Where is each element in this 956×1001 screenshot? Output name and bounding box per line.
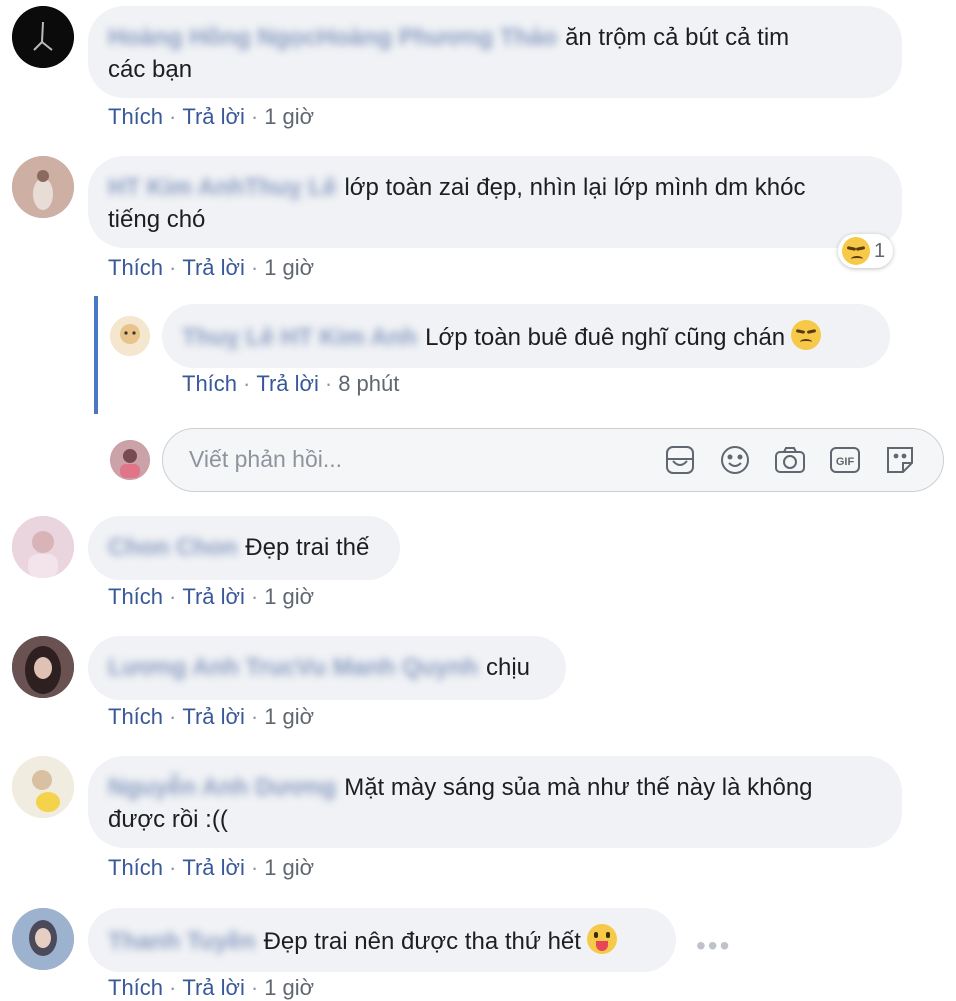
reaction-count: 1 <box>874 239 886 262</box>
gif-icon[interactable]: GIF <box>828 443 862 477</box>
reply-thread-line <box>94 296 98 414</box>
comment-actions: Thích · Trả lời · 1 giờ <box>108 255 315 280</box>
comment-text: các bạn <box>108 56 193 83</box>
tongue-face-icon <box>586 924 617 954</box>
avatar[interactable] <box>12 908 74 970</box>
comment-text: Mặt mày sáng sủa mà như thế này là không <box>344 774 813 801</box>
disappointed-face-icon <box>791 320 822 350</box>
reply-link[interactable]: Trả lời <box>182 855 245 880</box>
timestamp[interactable]: 1 giờ <box>264 584 314 609</box>
avatar[interactable] <box>12 756 74 818</box>
comment-text: Đẹp trai thế <box>245 534 370 561</box>
avatar[interactable] <box>12 156 74 218</box>
reaction-badge[interactable]: 1 <box>838 234 894 268</box>
more-options-icon[interactable]: ••• <box>696 930 731 962</box>
commenter-name[interactable]: Nguyễn Anh Dương <box>108 772 336 804</box>
commenter-name[interactable]: Lương Anh TrucVu Manh Quynh <box>108 652 478 684</box>
comment-actions: Thích · Trả lời · 1 giờ <box>108 704 315 729</box>
sticker-icon[interactable] <box>663 443 697 477</box>
comment-text: được rồi :(( <box>108 806 228 833</box>
commenter-name[interactable]: Thanh Tuyền <box>108 926 256 958</box>
comment-bubble: Thanh Tuyền Đẹp trai nên được tha thứ hết <box>88 908 676 972</box>
comment-bubble: Hoàng Hồng NgọcHoàng Phương Thảo ăn trộm … <box>88 6 902 98</box>
commenter-name[interactable]: HT Kim AnhThuỵ Lê <box>108 172 336 204</box>
avatar[interactable] <box>12 6 74 68</box>
commenter-name[interactable]: Hoàng Hồng NgọcHoàng Phương Thảo <box>108 22 557 54</box>
comment-bubble: HT Kim AnhThuỵ Lê lớp toàn zai đẹp, nhìn … <box>88 156 902 248</box>
comment-bubble: Lương Anh TrucVu Manh Quynh chịu <box>88 636 566 700</box>
comment-actions: Thích · Trả lời · 1 giờ <box>108 975 315 1000</box>
timestamp[interactable]: 1 giờ <box>264 975 314 1000</box>
commenter-name[interactable]: Chon Chon <box>108 532 237 564</box>
reply-link[interactable]: Trả lời <box>182 704 245 729</box>
commenter-name[interactable]: Thuỵ Lê HT Kim Anh <box>182 322 417 354</box>
reply-actions: Thích · Trả lời · 8 phút <box>182 371 400 396</box>
comment-text: ăn trộm cả bút cả tim <box>565 24 790 51</box>
reply-link[interactable]: Trả lời <box>182 584 245 609</box>
sticker-pack-icon[interactable] <box>883 443 917 477</box>
like-link[interactable]: Thích <box>108 975 163 1000</box>
comment-text: chịu <box>485 654 531 681</box>
timestamp[interactable]: 1 giờ <box>264 255 314 280</box>
comment-actions: Thích · Trả lời · 1 giờ <box>108 584 315 609</box>
like-link[interactable]: Thích <box>182 371 237 396</box>
reply-bubble: Thuỵ Lê HT Kim Anh Lớp toàn buê đuê nghĩ … <box>162 304 890 368</box>
comment-bubble: Chon Chon Đẹp trai thế <box>88 516 400 580</box>
like-link[interactable]: Thích <box>108 584 163 609</box>
current-user-avatar <box>110 440 150 480</box>
emoji-icon[interactable] <box>718 443 752 477</box>
avatar[interactable] <box>12 516 74 578</box>
timestamp[interactable]: 1 giờ <box>264 104 314 129</box>
avatar[interactable] <box>12 636 74 698</box>
timestamp[interactable]: 8 phút <box>338 371 399 396</box>
like-link[interactable]: Thích <box>108 104 163 129</box>
comment-text: lớp toàn zai đẹp, nhìn lại lớp mình dm k… <box>344 174 806 201</box>
like-link[interactable]: Thích <box>108 255 163 280</box>
crying-face-icon <box>842 237 870 265</box>
reply-link[interactable]: Trả lời <box>182 255 245 280</box>
reply-link[interactable]: Trả lời <box>182 104 245 129</box>
comment-text: tiếng chó <box>108 206 206 233</box>
reply-link[interactable]: Trả lời <box>182 975 245 1000</box>
timestamp[interactable]: 1 giờ <box>264 704 314 729</box>
comment-actions: Thích · Trả lời · 1 giờ <box>108 855 315 880</box>
like-link[interactable]: Thích <box>108 704 163 729</box>
like-link[interactable]: Thích <box>108 855 163 880</box>
reply-input[interactable]: Viết phản hồi... GIF <box>162 428 944 492</box>
reply-link[interactable]: Trả lời <box>256 371 319 396</box>
reply-input-placeholder: Viết phản hồi... <box>189 446 343 472</box>
svg-text:GIF: GIF <box>836 456 855 468</box>
timestamp[interactable]: 1 giờ <box>264 855 314 880</box>
camera-icon[interactable] <box>773 443 807 477</box>
comment-text: Đẹp trai nên được tha thứ hết <box>263 928 581 955</box>
avatar[interactable] <box>110 316 150 356</box>
reply-text: Lớp toàn buê đuê nghĩ cũng chán <box>425 324 786 351</box>
comment-bubble: Nguyễn Anh Dương Mặt mày sáng sủa mà như … <box>88 756 902 848</box>
comment-actions: Thích · Trả lời · 1 giờ <box>108 104 315 129</box>
